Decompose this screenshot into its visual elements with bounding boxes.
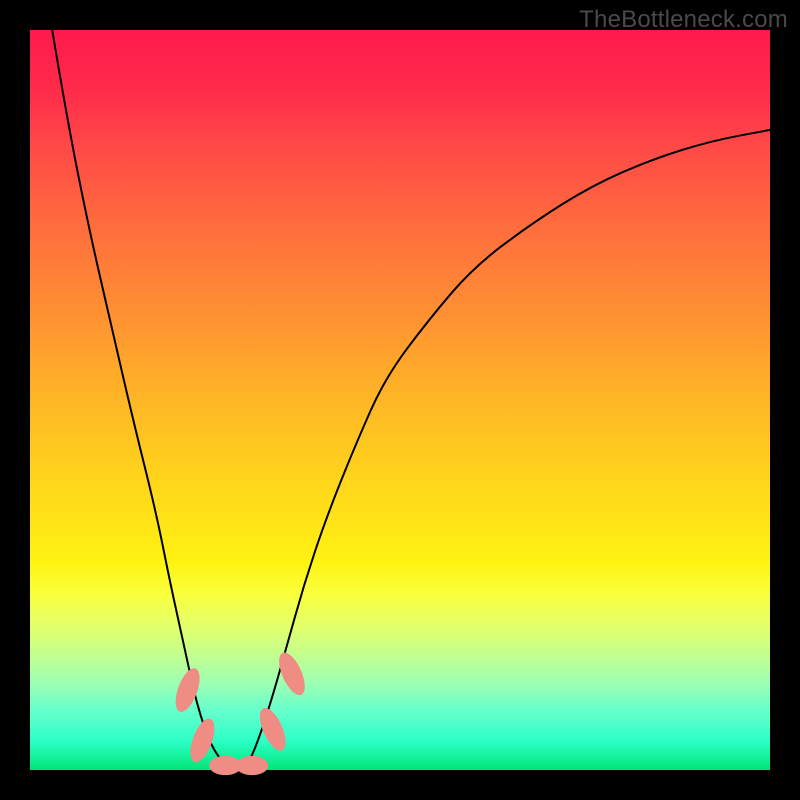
chart-curve: [52, 30, 770, 770]
cap-left-upper: [171, 665, 205, 715]
chart-frame: TheBottleneck.com: [0, 0, 800, 800]
chart-markers: [171, 649, 310, 775]
chart-svg: [30, 30, 770, 770]
watermark-text: TheBottleneck.com: [579, 6, 788, 34]
cap-left-lower: [186, 716, 220, 766]
plot-area: [30, 30, 770, 770]
cap-bottom-right: [236, 756, 269, 775]
cap-right-lower: [255, 704, 291, 754]
